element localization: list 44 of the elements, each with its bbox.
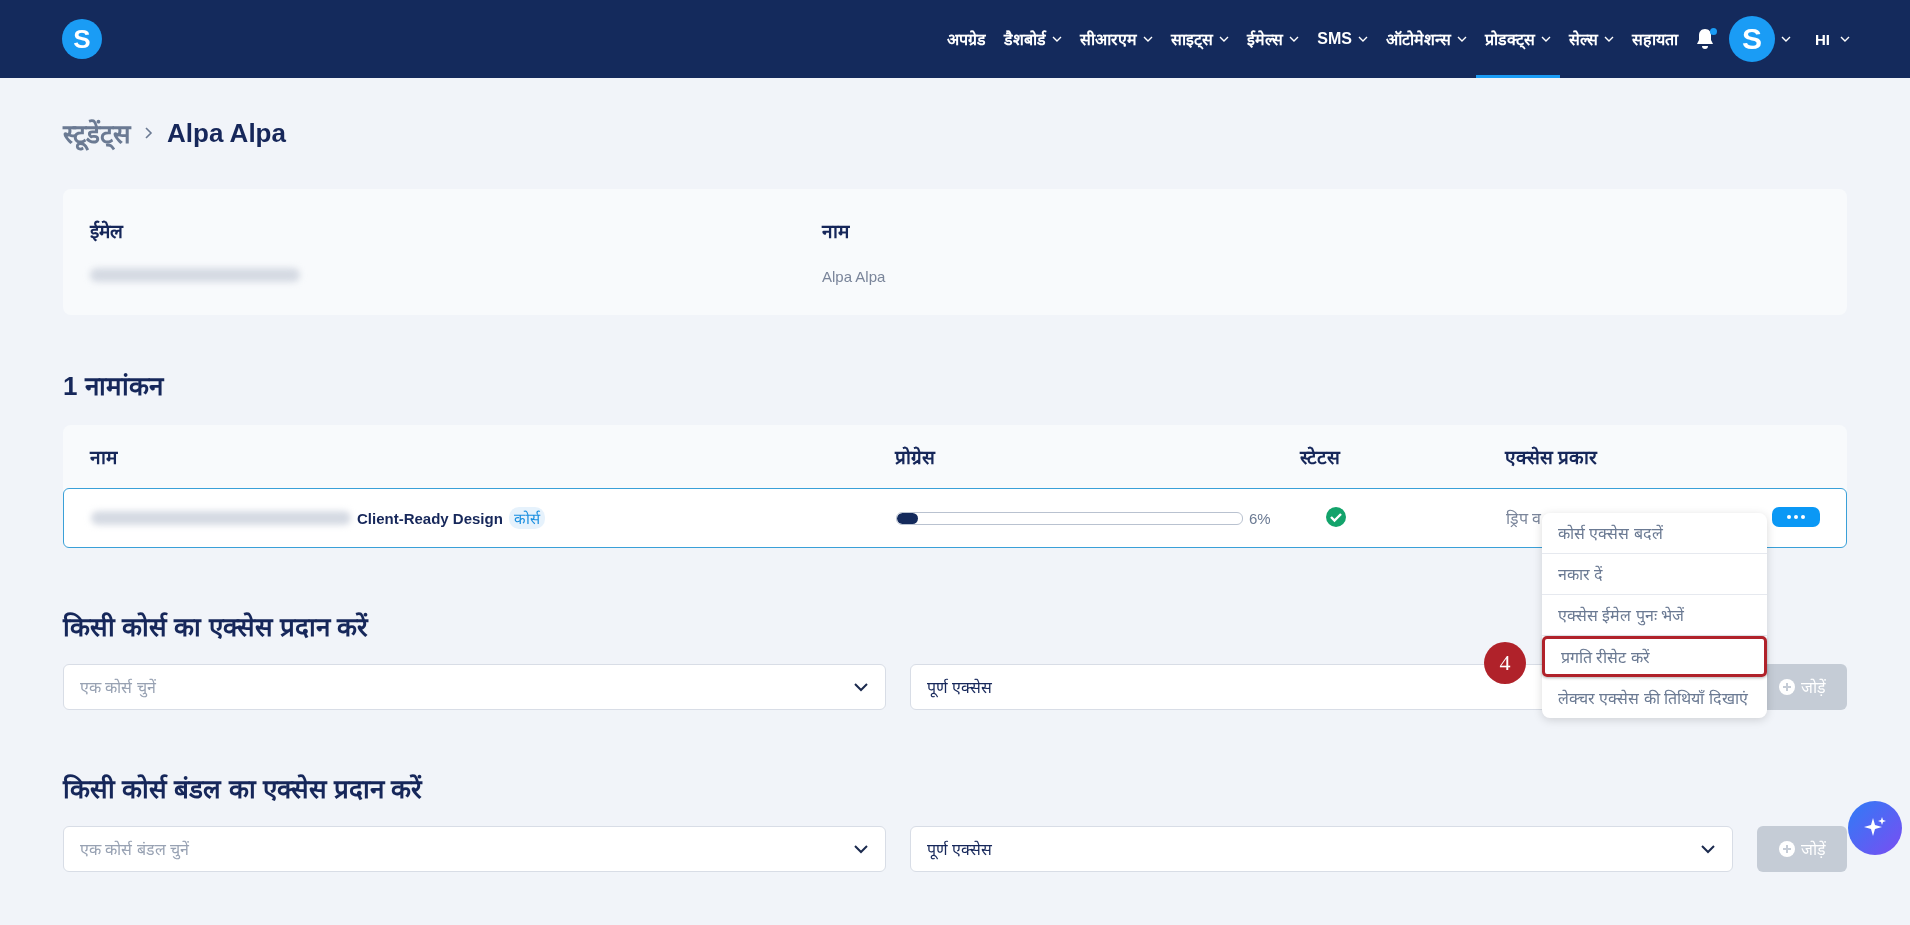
nav-item[interactable]: सेल्स — [1560, 0, 1623, 78]
nav-item[interactable]: प्रोडक्ट्स — [1476, 0, 1560, 78]
breadcrumb-link[interactable]: स्टूडेंट्स — [63, 115, 131, 151]
section-title: 1 नामांकन — [63, 370, 163, 403]
column-header: स्टेटस — [1300, 445, 1342, 470]
plus-circle-icon — [1778, 679, 1795, 695]
more-icon — [1786, 515, 1806, 519]
section-title: किसी कोर्स बंडल का एक्सेस प्रदान करें — [63, 773, 423, 806]
course-tag: कोर्स — [508, 507, 545, 529]
course-name[interactable]: Client-Ready Design — [357, 509, 503, 527]
chevron-down-icon — [1700, 844, 1716, 854]
section-title: किसी कोर्स का एक्सेस प्रदान करें — [63, 611, 369, 644]
step-badge: 4 — [1484, 642, 1526, 684]
chevron-right-icon — [145, 127, 153, 139]
column-label: ईमेल — [90, 219, 125, 244]
nav-item[interactable]: डैशबोर्ड — [995, 0, 1072, 78]
nav-item[interactable]: SMS — [1308, 0, 1377, 78]
page-title: Alpa Alpa — [167, 117, 286, 149]
menu-item[interactable]: प्रगति रीसेट करें — [1542, 636, 1767, 677]
chevron-down-icon — [853, 682, 869, 692]
nav-item[interactable]: ईमेल्स — [1238, 0, 1309, 78]
language-selector[interactable]: HI — [1815, 30, 1830, 48]
nav-item[interactable]: सहायता — [1623, 0, 1687, 78]
menu-item[interactable]: नकार दें — [1542, 554, 1767, 595]
student-name: Alpa Alpa — [822, 268, 887, 286]
bell-icon[interactable] — [1695, 28, 1715, 50]
more-button[interactable] — [1772, 507, 1820, 527]
caret-icon — [1781, 36, 1791, 42]
caret-icon — [1840, 36, 1850, 42]
column-header: नाम — [90, 445, 119, 470]
progress-percent: 6% — [1249, 509, 1271, 527]
nav-item[interactable]: साइट्स — [1162, 0, 1239, 78]
plus-circle-icon — [1778, 841, 1795, 857]
column-label: नाम — [822, 220, 851, 244]
nav-item[interactable]: सीआरएम — [1071, 0, 1163, 78]
chevron-down-icon — [853, 844, 869, 854]
ai-assistant-button[interactable] — [1848, 801, 1902, 855]
nav-item[interactable]: ऑटोमेशन्स — [1377, 0, 1476, 78]
menu-item[interactable]: एक्सेस ईमेल पुनः भेजें — [1542, 595, 1767, 636]
column-header: एक्सेस प्रकार — [1505, 445, 1599, 470]
menu-item[interactable]: कोर्स एक्सेस बदलें — [1542, 513, 1767, 554]
column-header: प्रोग्रेस — [895, 445, 937, 470]
nav-item[interactable]: अपग्रेड — [938, 0, 996, 78]
access-type: ड्रिप व — [1506, 508, 1542, 529]
